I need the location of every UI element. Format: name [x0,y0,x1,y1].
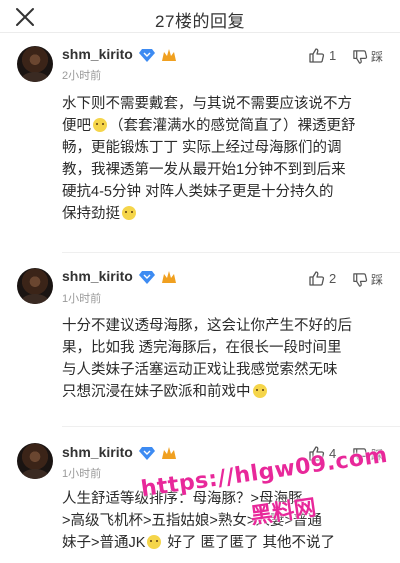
top-bar: 27楼的回复 [0,0,400,33]
like-count: 4 [329,446,337,461]
username[interactable]: shm_kirito [62,46,133,62]
level-badge-icon [162,49,176,61]
like-button[interactable]: 2 [308,270,336,287]
dislike-label: 踩 [371,273,384,287]
badge-group [139,270,177,284]
grin-emoji-icon [93,118,107,132]
badge-group [139,446,177,460]
dislike-button[interactable]: 踩 [352,48,383,65]
smirk-emoji-icon [122,206,136,220]
verified-badge-icon [139,447,155,460]
like-count: 2 [329,271,337,286]
thumbs-down-icon [353,272,368,287]
dislike-label: 踩 [371,50,384,64]
timestamp: 2小时前 [62,70,102,82]
like-button[interactable]: 1 [308,47,336,64]
grin-emoji-icon [147,535,162,549]
page-title: 27楼的回复 [155,12,245,31]
level-badge-icon [162,447,176,459]
verified-badge-icon [139,49,155,62]
avatar[interactable] [17,46,53,82]
thumbs-down-icon [353,49,368,64]
thumbs-up-icon [309,271,325,286]
divider [62,426,400,427]
dislike-label: 踩 [371,448,384,462]
username[interactable]: shm_kirito [62,444,133,460]
divider [62,252,400,253]
like-button[interactable]: 4 [308,445,336,462]
comment-text: 十分不建议透母海豚，这会让你产生不好的后 果，比如我 透完海豚后，在很长一段时间… [62,318,352,400]
avatar[interactable] [17,268,53,304]
dislike-button[interactable]: 踩 [352,446,383,463]
dislike-button[interactable]: 踩 [352,271,383,288]
timestamp: 1小时前 [62,468,102,480]
thumbs-up-icon [309,48,325,63]
level-badge-icon [162,271,176,283]
verified-badge-icon [139,271,155,284]
comment-text: 人生舒适等级排序：母海豚？>母海豚 >高级飞机杯>五指姑娘>熟女>人妻>普通 妹… [62,491,335,551]
avatar[interactable] [17,443,53,479]
comment-text: 水下则不需要戴套，与其说不需要应该说不方 便吧 （套套灌满水的感觉简直了）裸透更舒… [62,96,356,222]
thumbs-up-icon [309,446,325,461]
username[interactable]: shm_kirito [62,268,133,284]
timestamp: 1小时前 [62,293,102,305]
like-count: 1 [329,48,337,63]
badge-group [139,48,177,62]
thumbs-down-icon [353,447,368,462]
grin-emoji-icon [252,384,267,398]
